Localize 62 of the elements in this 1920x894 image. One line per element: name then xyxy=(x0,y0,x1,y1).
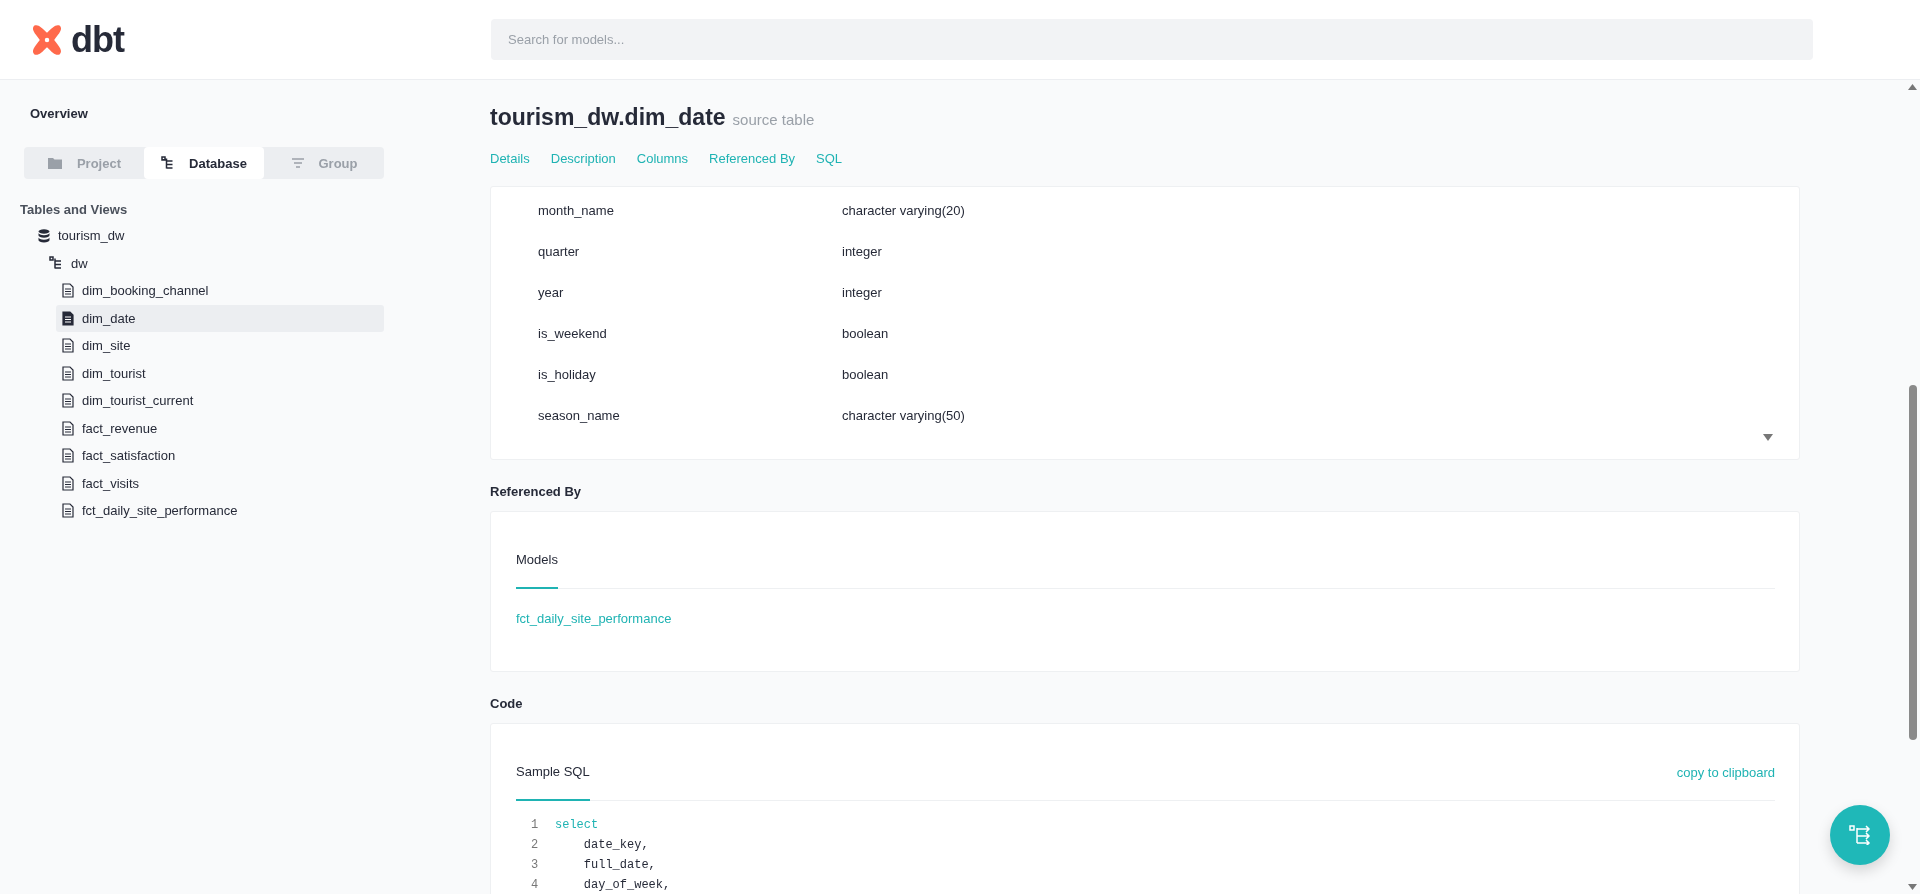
column-type: integer xyxy=(842,244,882,259)
scroll-down-icon[interactable] xyxy=(1763,434,1773,441)
tree-item[interactable]: dim_date xyxy=(56,304,384,332)
logo-text: dbt xyxy=(71,18,124,61)
column-type: character varying(20) xyxy=(842,203,965,218)
section-heading: Referenced By xyxy=(490,484,583,499)
document-icon xyxy=(62,448,74,464)
column-type: character varying(50) xyxy=(842,408,965,423)
scroll-up-icon[interactable] xyxy=(1908,84,1917,90)
column-name: year xyxy=(538,285,565,300)
section-title: Tables and Views xyxy=(20,202,129,217)
tree-item[interactable]: tourism_dw xyxy=(20,222,384,250)
scroll-down-icon[interactable] xyxy=(1908,884,1917,890)
line-number: 4 xyxy=(531,878,540,892)
code-text: date_key, xyxy=(582,838,649,852)
filter-icon xyxy=(290,157,305,169)
page-title: tourism_dw.dim_date xyxy=(490,104,726,131)
code-text: full_date, xyxy=(582,858,656,872)
tree-item[interactable]: fct_daily_site_performance xyxy=(56,497,384,525)
tree-item[interactable]: dw xyxy=(20,249,384,277)
tree-item[interactable]: fact_visits xyxy=(56,469,384,497)
tree-item[interactable]: fact_satisfaction xyxy=(56,442,384,470)
column-type: integer xyxy=(842,285,882,300)
document-icon xyxy=(62,393,74,409)
code-text: select xyxy=(555,818,599,832)
folder-icon xyxy=(46,156,63,170)
section-heading: Code xyxy=(490,696,524,711)
column-name: is_weekend xyxy=(538,326,608,341)
line-number: 2 xyxy=(531,838,540,852)
document-icon xyxy=(62,503,74,519)
database-icon xyxy=(38,228,50,243)
scrollbar-thumb[interactable] xyxy=(1908,385,1917,740)
search-field[interactable]: Search for models... xyxy=(491,19,1813,60)
document-icon xyxy=(62,338,74,354)
document-icon xyxy=(62,420,74,436)
tree-icon xyxy=(161,156,176,170)
column-name: is_holiday xyxy=(538,367,597,382)
line-number: 1 xyxy=(531,818,540,832)
document-icon xyxy=(62,283,74,299)
column-name: quarter xyxy=(538,244,581,259)
tree-item[interactable]: dim_booking_channel xyxy=(56,277,384,305)
column-name: season_name xyxy=(538,408,621,423)
column-type: boolean xyxy=(842,367,889,382)
column-type: boolean xyxy=(842,326,889,341)
card-tab[interactable]: Models xyxy=(516,552,558,589)
line-number: 3 xyxy=(531,858,540,872)
lineage-button[interactable] xyxy=(1830,805,1890,865)
tree-icon xyxy=(49,256,63,271)
tree-item[interactable]: dim_tourist xyxy=(56,359,384,387)
document-icon xyxy=(62,475,74,491)
tree-item[interactable]: dim_tourist_current xyxy=(56,387,384,415)
column-name: month_name xyxy=(538,203,615,218)
page-subtitle: source table xyxy=(732,111,815,128)
tree-icon xyxy=(1849,825,1871,845)
card-tab[interactable]: Sample SQL xyxy=(516,764,590,801)
tree-item[interactable]: dim_site xyxy=(56,332,384,360)
code-text: day_of_week, xyxy=(582,878,671,892)
document-icon xyxy=(62,365,74,381)
view-tab[interactable]: Database xyxy=(144,147,264,179)
tree-item[interactable]: fact_revenue xyxy=(56,414,384,442)
document-icon xyxy=(62,310,74,326)
overview-link[interactable]: Overview xyxy=(20,106,470,121)
